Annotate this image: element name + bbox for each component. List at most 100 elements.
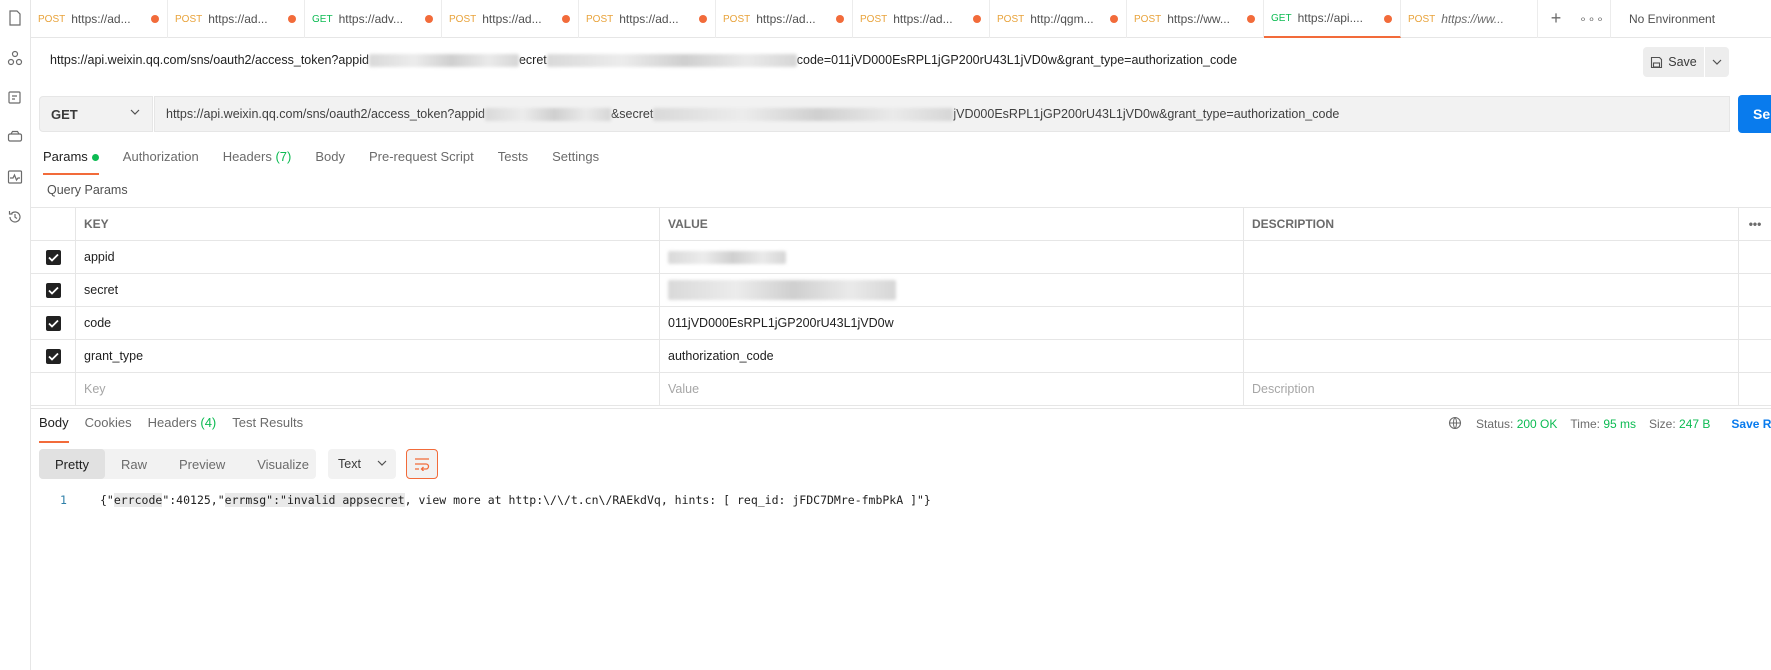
tab-headers[interactable]: Headers (7) — [223, 149, 292, 175]
tab-method: POST — [723, 13, 751, 25]
param-description[interactable] — [1244, 274, 1739, 306]
request-tab[interactable]: POST https://ww... — [1401, 0, 1538, 38]
response-body[interactable]: 1 {"errcode":40125,"errmsg":"invalid app… — [60, 493, 931, 507]
table-row: secret — [31, 274, 1771, 307]
request-tab-active[interactable]: GET https://api.... — [1264, 0, 1401, 38]
format-select[interactable]: Text — [328, 449, 396, 479]
size-value[interactable]: 247 B — [1679, 417, 1710, 431]
tab-label: Params — [43, 149, 88, 164]
param-value[interactable]: 011jVD000EsRPL1jGP200rU43L1jVD0w — [660, 307, 1244, 339]
check-icon — [47, 319, 59, 328]
request-tab[interactable]: POST http://qgm... — [990, 0, 1127, 38]
status-value[interactable]: 200 OK — [1517, 417, 1558, 431]
check-icon — [47, 352, 59, 361]
row-checkbox[interactable] — [45, 348, 61, 364]
method-select[interactable]: GET — [39, 96, 153, 132]
request-tab[interactable]: POST https://ad... — [168, 0, 305, 38]
wrap-lines-icon — [415, 458, 430, 471]
param-description[interactable] — [1244, 307, 1739, 339]
more-options-icon[interactable]: ••• — [1739, 208, 1771, 240]
add-tab-icon[interactable]: + — [1538, 0, 1574, 38]
tab-method: GET — [1271, 12, 1292, 24]
monitors-icon[interactable] — [4, 166, 26, 188]
apis-icon[interactable] — [4, 87, 26, 109]
query-params-table: KEY VALUE DESCRIPTION ••• appid secret c… — [31, 207, 1771, 406]
new-value-input[interactable]: Value — [660, 373, 1244, 405]
environment-selector[interactable]: No Environment — [1610, 0, 1750, 38]
response-tab-cookies[interactable]: Cookies — [85, 415, 132, 443]
request-tab[interactable]: POST https://ad... — [716, 0, 853, 38]
save-response-button[interactable]: Save Re — [1731, 417, 1771, 431]
redacted-secret — [546, 54, 797, 68]
response-tabs: Body Cookies Headers (4) Test Results — [39, 415, 319, 443]
tab-settings[interactable]: Settings — [552, 149, 599, 175]
request-title[interactable]: https://api.weixin.qq.com/sns/oauth2/acc… — [50, 53, 1237, 68]
param-value[interactable] — [660, 241, 1244, 273]
row-checkbox[interactable] — [45, 315, 61, 331]
param-key[interactable]: code — [76, 307, 660, 339]
param-description[interactable] — [1244, 340, 1739, 372]
url-start: https://api.weixin.qq.com/sns/oauth2/acc… — [166, 107, 485, 121]
request-tab[interactable]: POST https://ww... — [1127, 0, 1264, 38]
view-raw-button[interactable]: Raw — [105, 449, 163, 479]
row-checkbox[interactable] — [45, 282, 61, 298]
request-tab-strip: POST https://ad... POST https://ad... GET h… — [31, 0, 1771, 38]
new-description-input[interactable]: Description — [1244, 373, 1739, 405]
request-tab[interactable]: POST https://ad... — [442, 0, 579, 38]
tab-prerequest-script[interactable]: Pre-request Script — [369, 149, 474, 175]
response-meta: Status: 200 OK Time: 95 ms Size: 247 B S… — [1448, 416, 1771, 431]
tab-label: Headers — [222, 149, 272, 164]
response-tab-headers[interactable]: Headers (4) — [148, 415, 217, 443]
redacted-appid — [368, 54, 519, 68]
unsaved-dot — [1247, 15, 1255, 23]
request-tab[interactable]: GET https://adv... — [305, 0, 442, 38]
network-globe-icon[interactable] — [1448, 416, 1463, 431]
param-key[interactable]: grant_type — [76, 340, 660, 372]
param-key[interactable]: secret — [76, 274, 660, 306]
pane-divider[interactable] — [31, 408, 1771, 409]
tab-tests[interactable]: Tests — [498, 149, 528, 175]
save-icon — [1651, 56, 1663, 68]
save-label: Save — [1668, 55, 1697, 69]
view-pretty-button[interactable]: Pretty — [39, 449, 105, 479]
new-key-input[interactable]: Key — [76, 373, 660, 405]
table-header-row: KEY VALUE DESCRIPTION ••• — [31, 208, 1771, 241]
send-button[interactable]: Se — [1738, 95, 1771, 133]
response-tab-test-results[interactable]: Test Results — [232, 415, 303, 443]
param-key[interactable]: appid — [76, 241, 660, 273]
query-params-heading: Query Params — [47, 183, 128, 197]
view-preview-button[interactable]: Preview — [163, 449, 241, 479]
tab-body[interactable]: Body — [315, 149, 345, 175]
request-tab[interactable]: POST https://ad... — [31, 0, 168, 38]
param-value[interactable]: authorization_code — [660, 340, 1244, 372]
tab-url: https://ad... — [619, 12, 679, 26]
sidebar-rail — [0, 0, 31, 670]
wrap-lines-button[interactable] — [406, 449, 438, 479]
unsaved-dot — [288, 15, 296, 23]
tab-url: https://ww... — [1441, 12, 1504, 26]
history-icon[interactable] — [4, 206, 26, 228]
url-mid: &secret — [610, 107, 654, 121]
response-tab-body[interactable]: Body — [39, 415, 69, 443]
more-tabs-icon[interactable]: ∘∘∘ — [1574, 0, 1610, 38]
tab-authorization[interactable]: Authorization — [123, 149, 199, 175]
save-button[interactable]: Save — [1643, 47, 1704, 77]
title-url-mid: ecret — [518, 53, 547, 67]
param-value[interactable] — [660, 274, 1244, 306]
request-tab[interactable]: POST https://ad... — [853, 0, 990, 38]
view-visualize-button[interactable]: Visualize — [241, 449, 325, 479]
url-input[interactable]: https://api.weixin.qq.com/sns/oauth2/acc… — [154, 96, 1730, 132]
response-view-toggle: Pretty Raw Preview Visualize — [39, 449, 316, 479]
param-description[interactable] — [1244, 241, 1739, 273]
line-number: 1 — [60, 493, 67, 507]
environments-icon[interactable] — [4, 126, 26, 148]
format-label: Text — [338, 457, 361, 471]
row-checkbox[interactable] — [45, 249, 61, 265]
collections-icon[interactable] — [4, 47, 26, 69]
time-value[interactable]: 95 ms — [1603, 417, 1636, 431]
tab-params[interactable]: Params — [43, 149, 99, 175]
save-dropdown-button[interactable] — [1705, 47, 1729, 77]
unsaved-dot — [1384, 15, 1392, 23]
request-tab[interactable]: POST https://ad... — [579, 0, 716, 38]
new-tab-icon[interactable] — [4, 7, 26, 29]
